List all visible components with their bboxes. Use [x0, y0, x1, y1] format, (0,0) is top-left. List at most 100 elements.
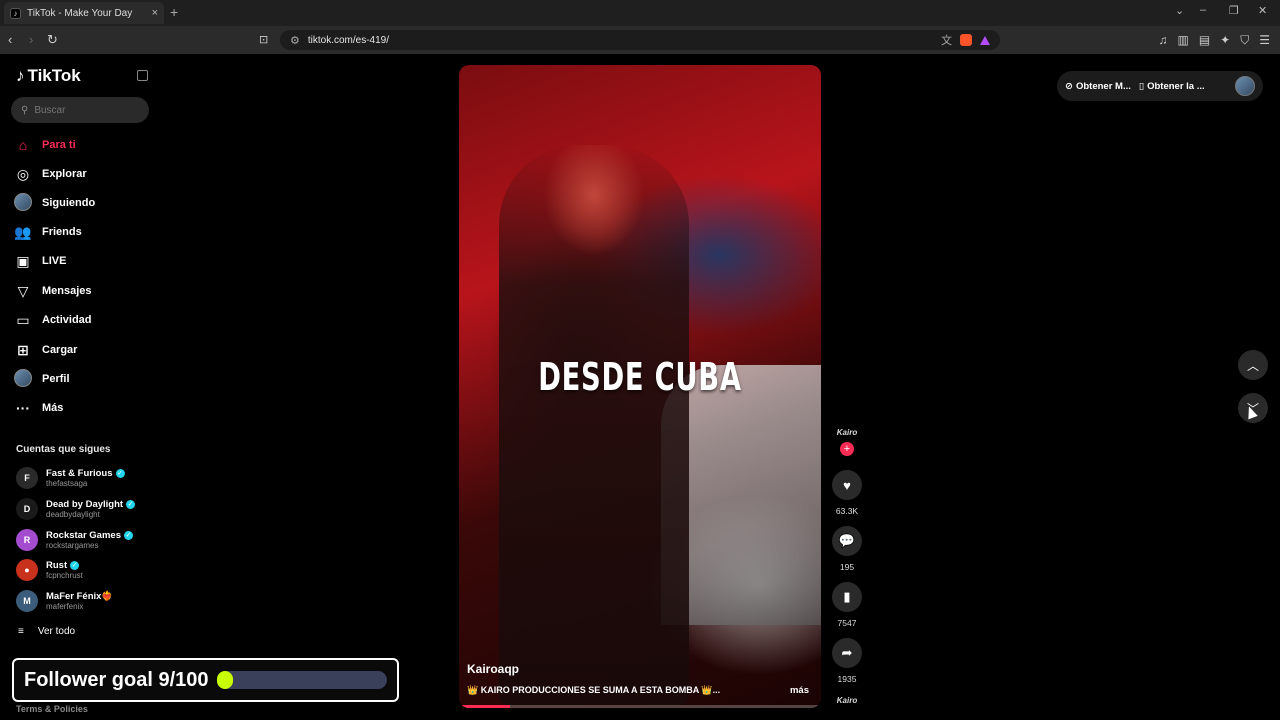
browser-tab[interactable]: ♪ TikTok - Make Your Day ×: [4, 2, 164, 24]
sidebar-item-actividad[interactable]: ▭ Actividad: [14, 309, 92, 331]
account-name: Rust: [46, 560, 68, 571]
account-handle: fcpnchrust: [46, 571, 83, 580]
get-app-label: Obtener la ...: [1147, 80, 1205, 92]
follower-goal-widget: Follower goal 9/100: [12, 658, 399, 702]
window-close-icon[interactable]: ✕: [1258, 4, 1267, 17]
account-name-row: Dead by Daylight ✓: [46, 499, 136, 510]
account-name: MaFer Fénix❤️‍🔥: [46, 591, 114, 602]
following-account[interactable]: F Fast & Furious ✓ thefastsaga: [16, 466, 146, 490]
coin-icon: ⊘: [1065, 80, 1073, 92]
leo-ai-icon[interactable]: ✦: [1220, 33, 1230, 48]
brave-shields-icon[interactable]: [960, 34, 972, 46]
video-player[interactable]: DESDE CUBA Kairoaqp 👑 KAIRO PRODUCCIONES…: [459, 65, 821, 708]
brave-rewards-icon[interactable]: [980, 35, 990, 45]
sidebar-item-friends[interactable]: 👥 Friends: [14, 221, 81, 243]
phone-icon: ▯: [1138, 80, 1145, 92]
search-input[interactable]: [34, 104, 135, 116]
creator-avatar[interactable]: Kairo: [837, 428, 857, 442]
new-tab-button[interactable]: +: [170, 4, 178, 20]
like-icon[interactable]: ♥: [832, 470, 862, 500]
video-caption: 👑 KAIRO PRODUCCIONES SE SUMA A ESTA BOMB…: [467, 685, 721, 695]
video-progress-bar[interactable]: [459, 705, 821, 708]
see-all-link[interactable]: ≡ Ver todo: [18, 626, 75, 637]
verified-badge-icon: ✓: [123, 531, 133, 540]
sidebar-item-siguiendo[interactable]: Siguiendo: [14, 192, 95, 214]
upload-icon: ⊞: [17, 341, 29, 358]
follow-plus-icon[interactable]: +: [840, 442, 854, 456]
tab-close-icon[interactable]: ×: [152, 7, 158, 19]
comment-count: 195: [839, 562, 855, 572]
video-author[interactable]: Kairoaqp: [467, 662, 519, 676]
tiktok-note-icon: ♪: [16, 66, 25, 85]
get-app-button[interactable]: ▯ Obtener la ...: [1139, 81, 1205, 92]
account-name-row: MaFer Fénix❤️‍🔥: [46, 591, 113, 602]
maximize-icon[interactable]: ❐: [1229, 4, 1239, 17]
sidebar-item-label: LIVE: [42, 255, 67, 267]
sidebar-item-cargar[interactable]: ⊞ Cargar: [14, 339, 77, 361]
browser-tab-bar: ♪ TikTok - Make Your Day × + ⌄ – ❐ ✕: [0, 0, 1280, 26]
bookmark-icon[interactable]: ▮: [832, 582, 862, 612]
sidebar-item-más[interactable]: ··· Más: [14, 397, 63, 419]
sidebar-toggle-icon[interactable]: ▥: [1177, 33, 1188, 48]
see-all-label: Ver todo: [37, 626, 76, 637]
user-avatar[interactable]: [1235, 76, 1255, 96]
account-avatar: M: [16, 590, 38, 612]
home-icon: ⌂: [18, 137, 28, 153]
account-handle: thefastsaga: [46, 479, 88, 488]
site-info-icon[interactable]: ⚙: [290, 34, 300, 47]
tab-list-chevron-icon[interactable]: ⌄: [1175, 4, 1184, 17]
account-name: Rockstar Games: [46, 530, 121, 541]
following-account[interactable]: D Dead by Daylight ✓ deadbydaylight: [16, 497, 146, 521]
following-account[interactable]: R Rockstar Games ✓ rockstargames: [16, 528, 146, 552]
collapse-sidebar-icon[interactable]: [137, 70, 148, 81]
reload-icon[interactable]: ↻: [47, 32, 58, 48]
logo-text: TikTok: [27, 66, 81, 85]
minimize-icon[interactable]: –: [1200, 4, 1206, 16]
search-icon: ⚲: [21, 104, 29, 116]
like-count: 63.3K: [835, 506, 859, 516]
chevron-up-icon: ︿: [1246, 358, 1259, 373]
account-text: Rockstar Games ✓ rockstargames: [46, 530, 133, 550]
compass-icon: ◎: [16, 165, 30, 182]
get-coins-button[interactable]: ⊘ Obtener M...: [1065, 81, 1131, 92]
sidebar-item-para-ti[interactable]: ⌂ Para ti: [14, 134, 76, 156]
wallet-icon[interactable]: ▤: [1199, 33, 1210, 48]
back-icon[interactable]: ‹: [8, 32, 12, 47]
terms-link[interactable]: Terms & Policies: [16, 704, 88, 714]
tiktok-logo[interactable]: ♪ TikTok: [16, 66, 81, 86]
bookmark-icon[interactable]: ⊡: [259, 33, 268, 46]
avatar-icon: [14, 192, 32, 214]
account-text: Dead by Daylight ✓ deadbydaylight: [46, 499, 136, 519]
share-icon[interactable]: ➦: [832, 638, 862, 668]
sidebar-item-label: Perfil: [42, 373, 70, 385]
menu-icon[interactable]: ☰: [1259, 33, 1270, 48]
follower-goal-fill: [216, 671, 233, 689]
following-account[interactable]: ● Rust ✓ fcpnchrust: [16, 558, 146, 582]
previous-video-button[interactable]: ︿: [1238, 350, 1268, 380]
account-handle: rockstargames: [46, 541, 99, 550]
video-progress-fill: [459, 705, 510, 708]
music-disc[interactable]: Kairo: [837, 696, 857, 705]
account-name-row: Rust ✓: [46, 560, 83, 571]
media-icon[interactable]: ♫: [1158, 33, 1167, 48]
get-coins-label: Obtener M...: [1075, 80, 1131, 92]
following-account[interactable]: M MaFer Fénix❤️‍🔥 maferfenix: [16, 589, 146, 613]
caption-more-button[interactable]: más: [790, 685, 809, 696]
browser-nav-bar: ‹ › ↻ ⊡ ⚙ tiktok.com/es-419/ 文 ♫ ▥ ▤ ✦ ⛉…: [0, 26, 1280, 54]
sidebar-item-explorar[interactable]: ◎ Explorar: [14, 163, 87, 185]
sidebar-item-label: Actividad: [42, 314, 92, 326]
comment-icon[interactable]: 💬: [832, 526, 862, 556]
send-icon: ▽: [17, 282, 29, 299]
vpn-icon[interactable]: ⛉: [1240, 33, 1249, 48]
forward-icon[interactable]: ›: [29, 32, 33, 47]
url-text: tiktok.com/es-419/: [307, 34, 390, 46]
sidebar-item-perfil[interactable]: Perfil: [14, 368, 70, 390]
sidebar-item-mensajes[interactable]: ▽ Mensajes: [14, 280, 92, 302]
video-overlay-text: DESDE CUBA: [538, 355, 742, 399]
sidebar-item-label: Para ti: [42, 139, 76, 151]
translate-icon[interactable]: 文: [941, 32, 952, 48]
follower-goal-label: Follower goal 9/100: [24, 668, 209, 691]
address-bar[interactable]: ⚙ tiktok.com/es-419/ 文: [280, 30, 1000, 50]
search-box[interactable]: ⚲: [11, 97, 149, 123]
sidebar-item-live[interactable]: ▣ LIVE: [14, 250, 66, 272]
